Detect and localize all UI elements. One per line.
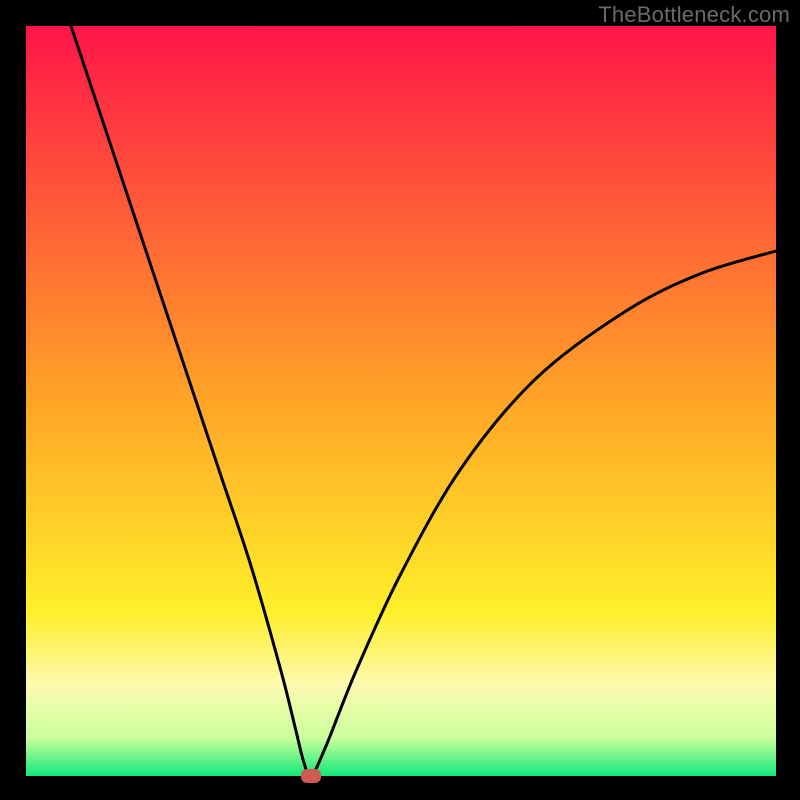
- optimum-marker: [301, 769, 321, 783]
- chart-container: TheBottleneck.com: [0, 0, 800, 800]
- bottleneck-chart: [0, 0, 800, 800]
- plot-background: [26, 26, 776, 776]
- watermark-label: TheBottleneck.com: [598, 2, 790, 28]
